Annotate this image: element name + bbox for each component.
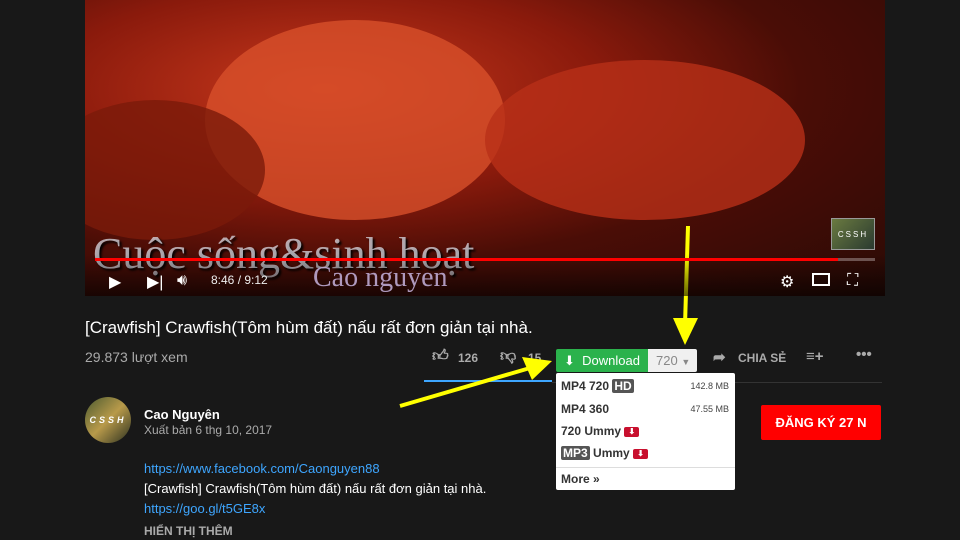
publish-date: Xuất bản 6 thg 10, 2017 xyxy=(144,423,273,437)
subscribe-button[interactable]: ĐĂNG KÝ 27 N xyxy=(761,405,881,440)
caret-down-icon: ▼ xyxy=(681,357,691,367)
video-player[interactable]: Cuộc sống&sinh hoạt CSSH Cao nguyen ▶ ▶|… xyxy=(85,0,885,296)
download-menu: MP4 720 HD 142.8 MB MP4 360 47.55 MB 720… xyxy=(556,373,735,490)
video-watermark-sub: Cao nguyen xyxy=(313,262,448,293)
like-icon[interactable]: 👍︎ xyxy=(432,347,449,366)
next-icon[interactable]: ▶| xyxy=(147,272,163,292)
view-count: 29.873 lượt xem xyxy=(85,349,188,365)
video-title: [Crawfish] Crawfish(Tôm hùm đất) nấu rất… xyxy=(85,318,533,337)
sentiment-bar xyxy=(424,380,552,382)
download-arrow-icon: ⬇ xyxy=(564,353,575,368)
volume-icon[interactable]: 🔊︎ xyxy=(177,272,187,290)
more-actions-icon[interactable]: ••• xyxy=(856,346,872,363)
like-count: 126 xyxy=(458,351,479,365)
dislike-icon[interactable]: 👎︎ xyxy=(500,347,516,366)
show-more-button[interactable]: HIỂN THỊ THÊM xyxy=(144,524,233,538)
share-button[interactable]: CHIA SẺ xyxy=(738,351,786,365)
avatar[interactable]: CSSH xyxy=(85,397,131,443)
share-icon[interactable]: ➦ xyxy=(713,348,726,366)
menu-item-more[interactable]: More » xyxy=(561,472,600,486)
settings-icon[interactable]: ⚙ xyxy=(780,272,794,292)
menu-item-mp4-720[interactable]: MP4 720 HD xyxy=(561,379,634,393)
download-label: Download xyxy=(582,353,640,368)
arrowhead-icon xyxy=(673,318,698,345)
download-button[interactable]: ⬇ Download xyxy=(556,349,648,372)
progress-fill xyxy=(95,258,839,261)
progress-bar[interactable] xyxy=(95,258,875,261)
file-size: 142.8 MB xyxy=(690,381,729,391)
channel-watermark-logo: CSSH xyxy=(831,218,875,250)
download-icon: ⬇ xyxy=(624,426,640,437)
menu-item-mp4-360[interactable]: MP4 360 xyxy=(561,402,609,416)
mp3-badge: MP3 xyxy=(561,446,590,460)
add-to-playlist-icon[interactable]: ≡+ xyxy=(806,348,824,365)
time-display: 8:46 / 9:12 xyxy=(211,273,268,287)
description-text: [Crawfish] Crawfish(Tôm hùm đất) nấu rất… xyxy=(144,481,487,496)
quality-select[interactable]: 720 ▼ xyxy=(648,349,697,372)
theater-icon[interactable] xyxy=(812,273,830,286)
menu-item-mp3-ummy[interactable]: MP3 Ummy ⬇ xyxy=(561,446,649,460)
facebook-link[interactable]: https://www.facebook.com/Caonguyen88 xyxy=(144,461,380,476)
channel-name[interactable]: Cao Nguyên xyxy=(144,407,220,422)
dislike-count: 15 xyxy=(528,351,542,365)
video-frame xyxy=(485,60,805,220)
short-link[interactable]: https://goo.gl/t5GE8x xyxy=(144,501,265,516)
fullscreen-icon[interactable]: ⛶ xyxy=(847,272,858,290)
file-size: 47.55 MB xyxy=(690,404,729,414)
hd-badge: HD xyxy=(612,379,634,393)
play-icon[interactable]: ▶ xyxy=(109,272,121,292)
menu-divider xyxy=(556,467,735,468)
download-icon: ⬇ xyxy=(633,448,649,459)
arrow-line xyxy=(399,366,531,408)
menu-item-720-ummy[interactable]: 720 Ummy ⬇ xyxy=(561,424,640,438)
quality-value: 720 xyxy=(656,353,678,368)
